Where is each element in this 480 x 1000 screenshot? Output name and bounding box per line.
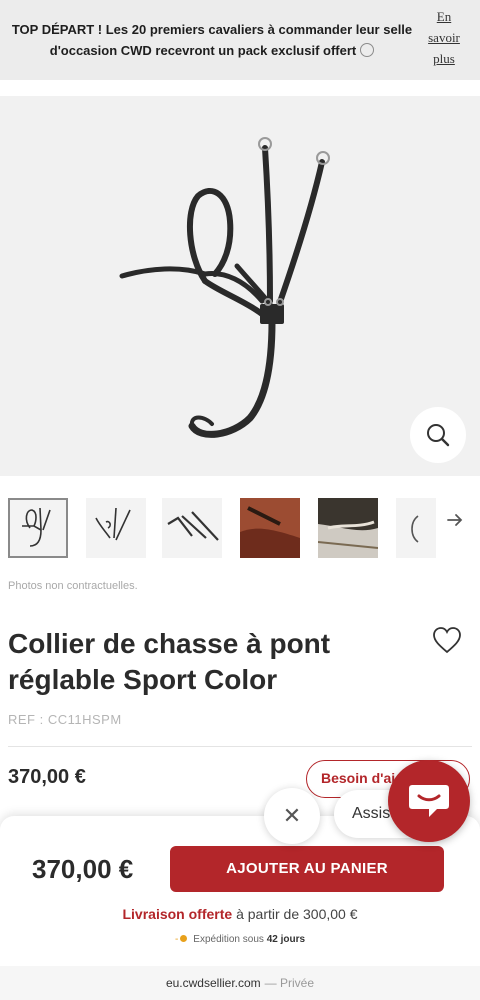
shipping-delay-info: - Expédition sous 42 jours bbox=[0, 934, 480, 945]
thumbnail-2-image bbox=[95, 507, 131, 541]
thumbnail-5[interactable] bbox=[318, 498, 378, 558]
thumbnail-3[interactable] bbox=[162, 498, 222, 558]
close-icon: ✕ bbox=[282, 803, 302, 828]
free-delivery-highlight: Livraison offerte bbox=[122, 906, 233, 922]
shipping-days: 42 jours bbox=[266, 934, 306, 945]
shipping-status-dot-icon bbox=[180, 935, 188, 942]
product-main-image[interactable] bbox=[0, 96, 480, 476]
thumbnail-6[interactable] bbox=[396, 498, 436, 558]
shipping-dash: - bbox=[174, 934, 179, 945]
thumbnail-next-arrow-icon[interactable] bbox=[440, 505, 470, 535]
zoom-button[interactable] bbox=[410, 407, 466, 463]
thumbnail-strip bbox=[0, 496, 480, 562]
browser-domain: eu.cwdsellier.com bbox=[165, 976, 261, 990]
browser-private-mode: — Privée bbox=[264, 976, 315, 990]
product-title: Collier de chasse à pont réglable Sport … bbox=[8, 628, 331, 695]
thumbnail-3-image bbox=[167, 511, 219, 541]
promo-text: TOP DÉPART ! Les 20 premiers cavaliers à… bbox=[11, 22, 413, 58]
sticky-price: 370,00 € bbox=[32, 854, 134, 884]
magnifier-icon bbox=[427, 424, 450, 447]
chat-bubble-icon bbox=[409, 785, 449, 817]
promo-text-wrap: TOP DÉPART ! Les 20 premiers cavaliers à… bbox=[0, 19, 418, 61]
browser-address-bar[interactable]: eu.cwdsellier.com — Privée bbox=[0, 966, 480, 1000]
chat-launcher-button[interactable] bbox=[388, 760, 470, 842]
free-delivery-threshold: à partir de 300,00 € bbox=[236, 906, 358, 922]
product-price: 370,00 € bbox=[8, 766, 86, 788]
thumbnail-4-image bbox=[240, 498, 300, 558]
chat-close-button[interactable]: ✕ bbox=[264, 788, 320, 844]
thumbnail-6-image bbox=[411, 515, 419, 543]
promo-learn-more-link[interactable]: En savoir plus bbox=[422, 6, 466, 69]
thumbnail-1-image bbox=[22, 507, 51, 547]
thumbnail-1[interactable] bbox=[8, 498, 68, 558]
promo-banner: TOP DÉPART ! Les 20 premiers cavaliers à… bbox=[0, 0, 480, 80]
thumbnail-5-image bbox=[318, 498, 378, 558]
thumbnail-2[interactable] bbox=[86, 498, 146, 558]
sticky-cart-bar: 370,00 € AJOUTER AU PANIER Livraison off… bbox=[0, 816, 480, 966]
product-reference: REF : CC11HSPM bbox=[8, 712, 122, 727]
page: { "promo": { "text": "TOP DÉPART ! Les 2… bbox=[0, 0, 480, 1000]
breastplate-image bbox=[119, 137, 330, 438]
thumbnail-4[interactable] bbox=[240, 498, 300, 558]
shipping-label: Expédition sous bbox=[193, 934, 264, 945]
divider bbox=[8, 746, 472, 747]
wishlist-heart-icon[interactable] bbox=[430, 624, 464, 658]
free-delivery-info: Livraison offerte à partir de 300,00 € bbox=[0, 906, 480, 922]
add-to-cart-button[interactable]: AJOUTER AU PANIER bbox=[170, 846, 444, 892]
loading-spinner-icon bbox=[360, 43, 375, 57]
photos-disclaimer: Photos non contractuelles. bbox=[8, 580, 138, 592]
